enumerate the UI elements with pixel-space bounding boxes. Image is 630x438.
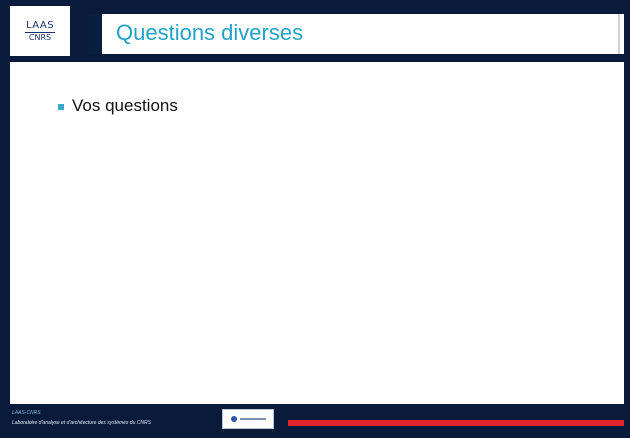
slide [0, 0, 630, 438]
bullet-text: Vos questions [72, 96, 178, 115]
title-accent [618, 14, 620, 54]
footer-org-full: Laboratoire d'analyse et d'architecture … [12, 420, 151, 426]
slide-title: Questions diverses [116, 20, 304, 45]
laas-cnrs-logo: LAAS CNRS [10, 6, 70, 56]
logo-text-laas: LAAS [25, 19, 55, 31]
footer-logo-mark [239, 418, 266, 420]
title-box: Questions diverses [88, 14, 624, 54]
footer-logo-icon [230, 416, 237, 422]
logo-text-cnrs: CNRS [24, 31, 56, 43]
bullet-square-icon [58, 104, 64, 110]
footer-logo [222, 409, 274, 429]
bullet-item: Vos questions [58, 96, 178, 116]
footer-org: LAAS-CNRS [12, 410, 41, 416]
footer-red-bar [288, 420, 624, 426]
